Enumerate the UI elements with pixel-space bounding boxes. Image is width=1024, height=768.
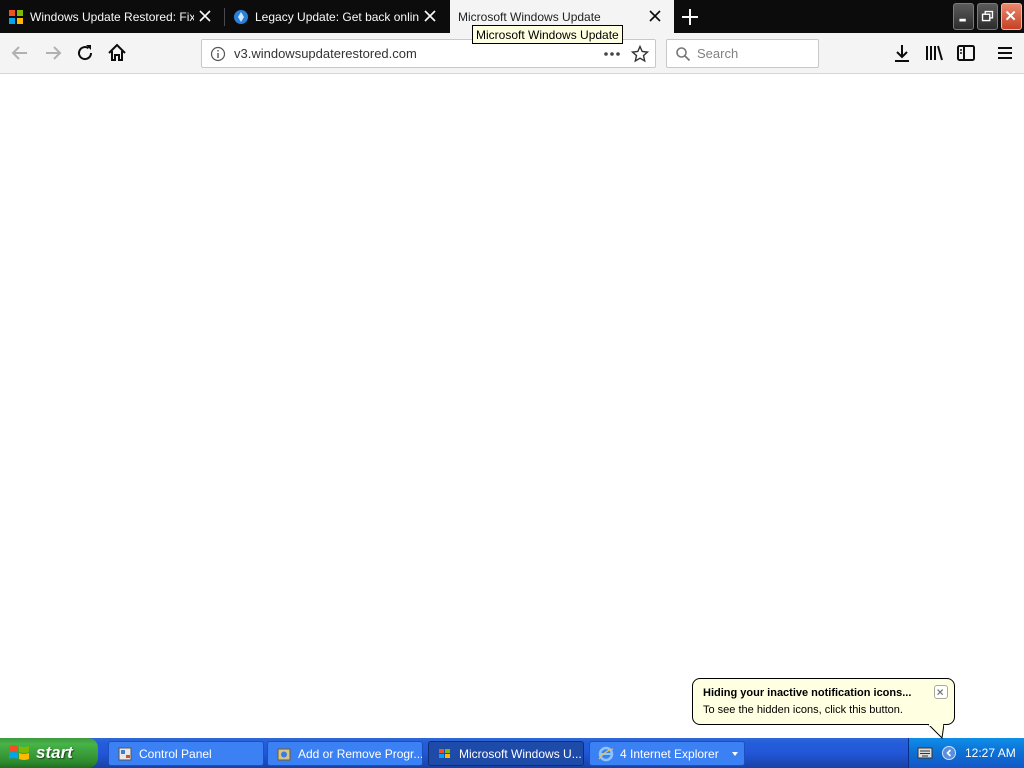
page-content	[0, 74, 1024, 738]
close-tab-icon[interactable]	[423, 9, 437, 23]
tab-windows-update-restored[interactable]: Windows Update Restored: Fix Windows Upd…	[0, 0, 224, 33]
add-remove-programs-icon	[277, 748, 291, 760]
menu-icon[interactable]	[993, 41, 1017, 65]
windows-update-icon	[439, 748, 450, 758]
tab-title: Windows Update Restored: Fix Windows Upd…	[30, 9, 194, 24]
taskbar-item-label: Add or Remove Progr...	[298, 746, 423, 761]
taskbar-item-label: 4 Internet Explorer	[620, 746, 719, 761]
globe-update-icon	[234, 9, 248, 24]
taskbar: start Control Panel Add or Remove Progr.…	[0, 738, 1024, 768]
bookmark-star-icon[interactable]	[631, 45, 649, 63]
reload-icon[interactable]	[73, 41, 97, 65]
close-tab-icon[interactable]	[198, 9, 212, 23]
new-tab-icon[interactable]	[678, 5, 702, 29]
notification-close-button[interactable]	[934, 685, 948, 699]
control-panel-icon	[118, 747, 132, 760]
url-text[interactable]: v3.windowsupdaterestored.com	[234, 46, 417, 61]
tab-title: Microsoft Windows Update	[458, 9, 601, 24]
info-icon[interactable]	[210, 46, 226, 62]
tab-legacy-update[interactable]: Legacy Update: Get back online, and upda…	[225, 0, 449, 33]
windows-flag-icon	[9, 9, 23, 24]
show-hidden-icons-icon[interactable]	[942, 746, 956, 760]
close-tab-icon[interactable]	[648, 9, 662, 23]
downloads-icon[interactable]	[890, 41, 914, 65]
start-button[interactable]: start	[0, 738, 98, 768]
library-icon[interactable]	[922, 41, 946, 65]
tab-tooltip: Microsoft Windows Update	[472, 25, 623, 44]
search-bar[interactable]	[666, 39, 819, 68]
close-window-button[interactable]	[1001, 3, 1022, 30]
sidebar-icon[interactable]	[954, 41, 978, 65]
back-icon[interactable]	[8, 41, 32, 65]
close-icon	[937, 689, 944, 696]
taskbar-item-internet-explorer[interactable]: 4 Internet Explorer	[589, 741, 745, 766]
home-icon[interactable]	[105, 41, 129, 65]
restore-button[interactable]	[977, 3, 998, 30]
close-icon	[1005, 10, 1016, 21]
minimize-button[interactable]	[953, 3, 974, 30]
taskbar-item-control-panel[interactable]: Control Panel	[108, 741, 264, 766]
notification-text: To see the hidden icons, click this butt…	[703, 704, 903, 716]
taskbar-item-microsoft-windows-update[interactable]: Microsoft Windows U...	[428, 741, 584, 766]
notification-balloon[interactable]: Hiding your inactive notification icons.…	[692, 678, 955, 725]
clock: 12:27 AM	[965, 746, 1016, 760]
taskbar-item-label: Microsoft Windows U...	[459, 746, 582, 761]
notification-title: Hiding your inactive notification icons.…	[703, 687, 912, 699]
group-menu-caret-icon	[732, 752, 738, 756]
minimize-icon	[959, 18, 966, 22]
system-tray: 12:27 AM	[908, 738, 1024, 768]
taskbar-item-add-remove-programs[interactable]: Add or Remove Progr...	[267, 741, 423, 766]
restore-icon	[981, 10, 994, 22]
page-actions-icon[interactable]	[602, 45, 622, 63]
search-icon	[676, 47, 691, 62]
start-label: start	[36, 743, 73, 762]
tab-title: Legacy Update: Get back online, and upda…	[255, 9, 419, 24]
windows-logo-icon	[9, 745, 29, 760]
forward-icon[interactable]	[41, 41, 65, 65]
keyboard-icon[interactable]	[917, 746, 933, 760]
search-input[interactable]	[697, 45, 815, 62]
balloon-pointer	[928, 724, 944, 740]
internet-explorer-icon	[598, 746, 614, 761]
taskbar-item-label: Control Panel	[139, 746, 212, 761]
